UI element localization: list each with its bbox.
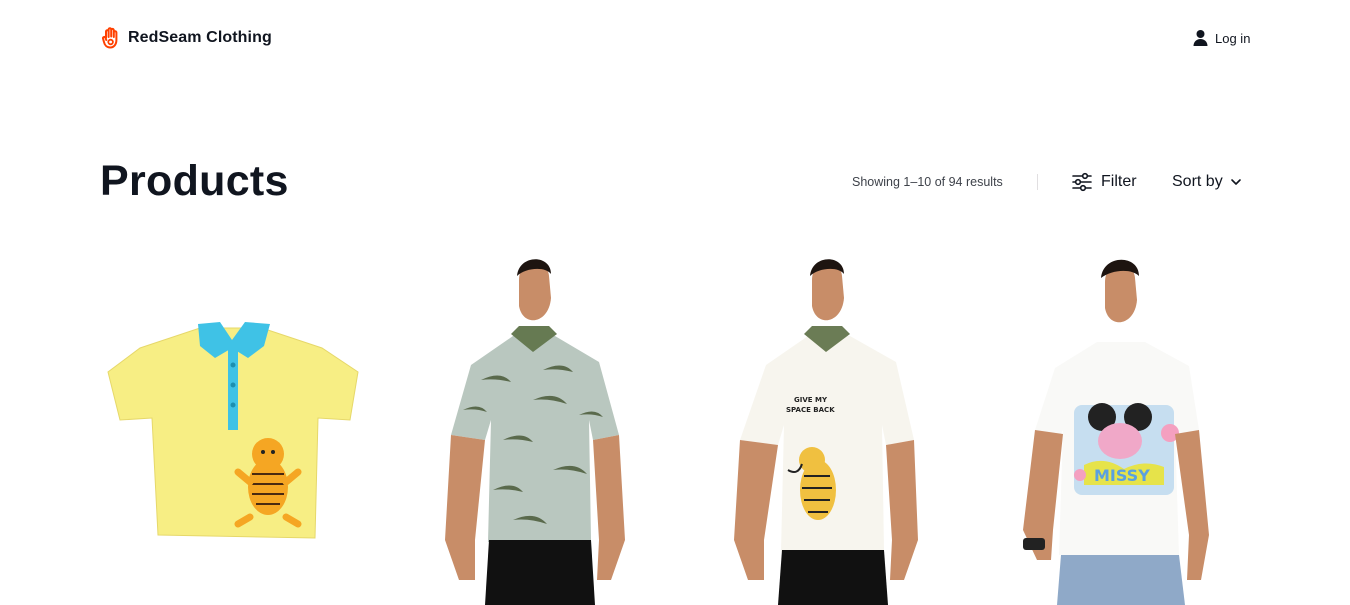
brand-logo[interactable]: RedSeam Clothing <box>102 26 272 50</box>
svg-text:MISSY: MISSY <box>1094 466 1150 485</box>
svg-text:GIVE MY: GIVE MY <box>794 396 828 404</box>
product-image[interactable] <box>100 250 370 605</box>
login-label: Log in <box>1215 30 1251 46</box>
svg-text:SPACE BACK: SPACE BACK <box>786 406 835 414</box>
product-image[interactable] <box>393 250 663 605</box>
site-header: RedSeam Clothing Log in <box>0 0 1350 76</box>
sort-label: Sort by <box>1172 173 1223 190</box>
filter-label: Filter <box>1101 173 1137 190</box>
sliders-icon <box>1072 172 1092 192</box>
toolbar-divider <box>1037 174 1038 190</box>
product-image[interactable]: MISSY <box>979 250 1249 605</box>
hand-icon <box>102 27 118 49</box>
product-card-2[interactable] <box>393 250 663 605</box>
results-count: Showing 1–10 of 94 results <box>852 175 1003 189</box>
brand-name: RedSeam Clothing <box>128 29 272 46</box>
user-icon <box>1193 30 1208 46</box>
sort-dropdown[interactable]: Sort by <box>1172 170 1242 194</box>
filter-button[interactable]: Filter <box>1072 170 1137 194</box>
login-link[interactable]: Log in <box>1192 28 1250 48</box>
product-card-4[interactable]: MISSY <box>979 250 1249 605</box>
product-image[interactable]: GIVE MY SPACE BACK <box>686 250 956 605</box>
product-card-3[interactable]: GIVE MY SPACE BACK <box>686 250 956 605</box>
product-card-1[interactable] <box>100 250 370 605</box>
page-title: Products <box>100 157 289 205</box>
chevron-down-icon <box>1230 179 1241 185</box>
